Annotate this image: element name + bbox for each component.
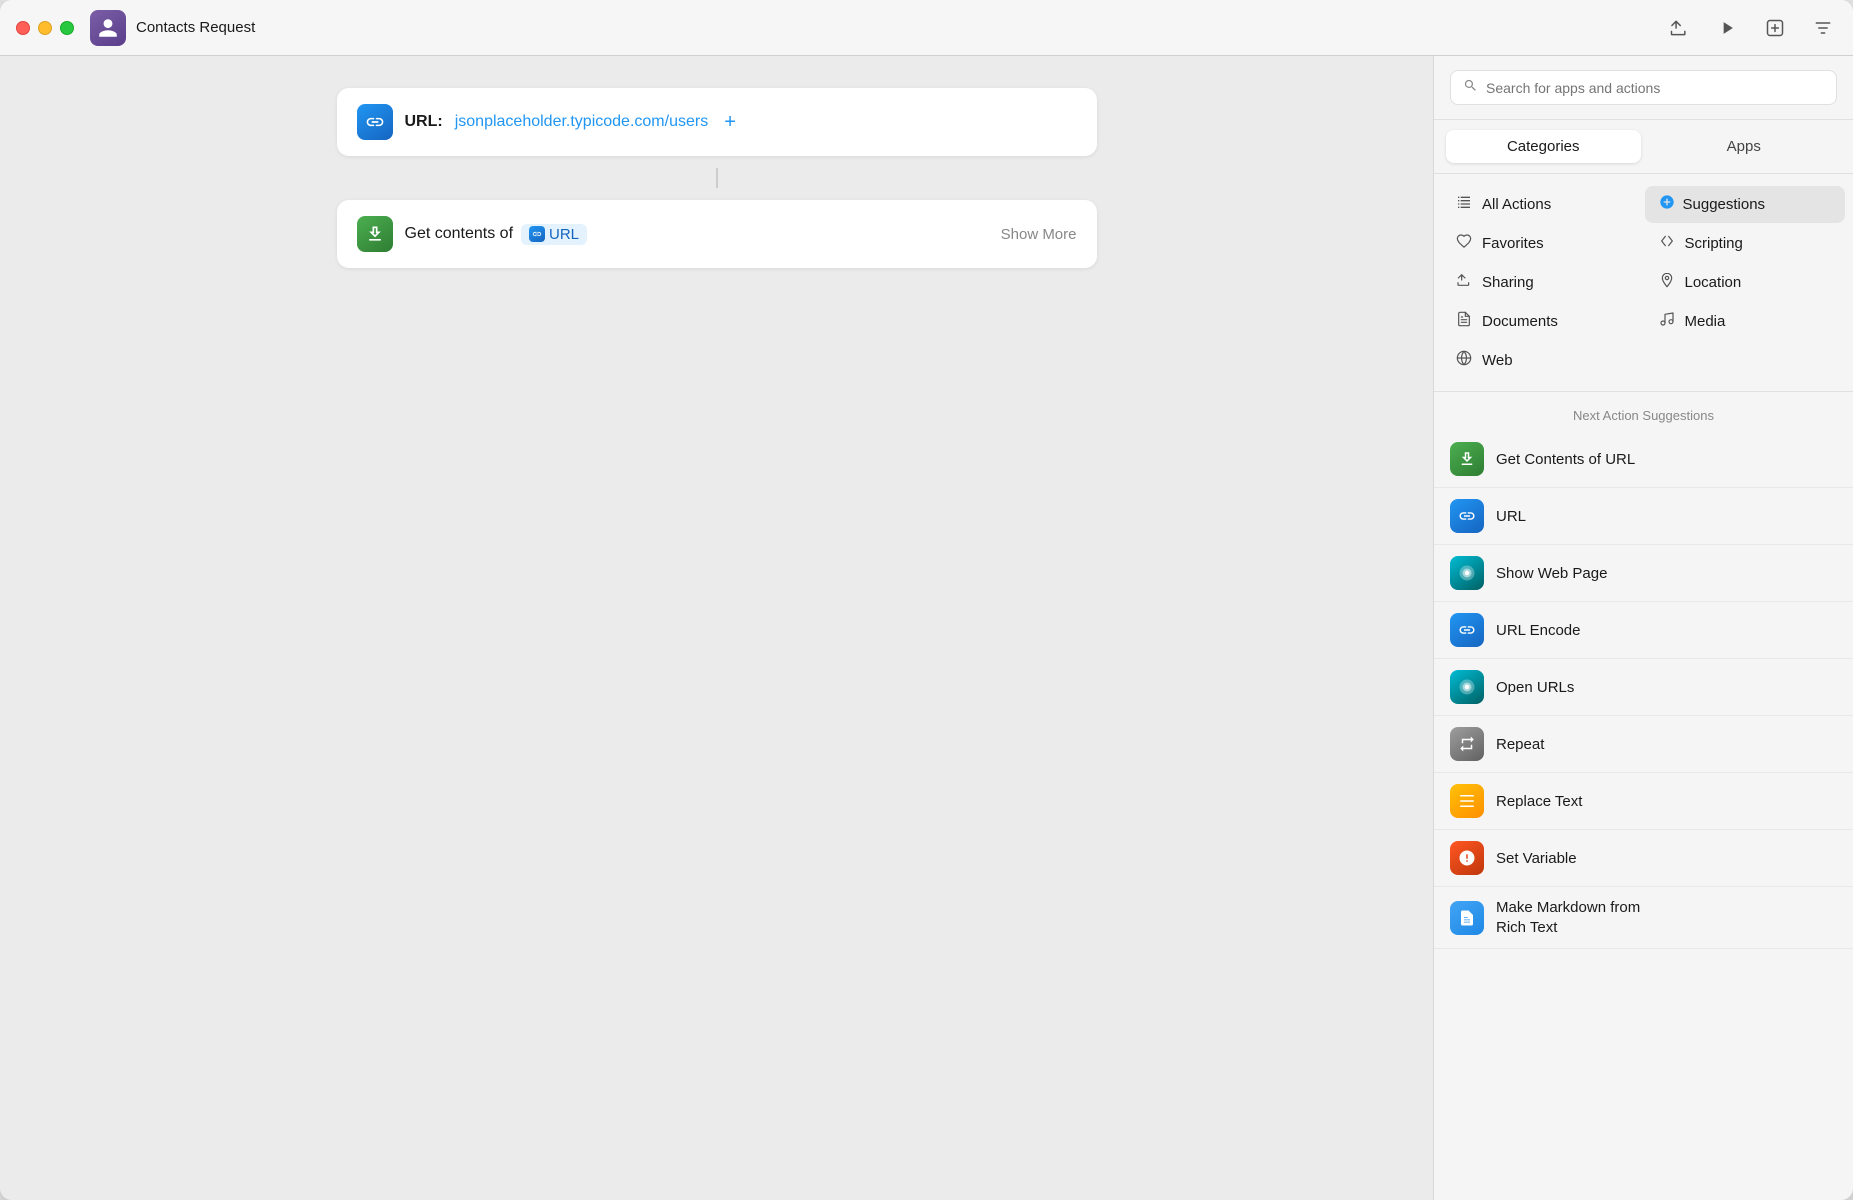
app-window: Contacts Request [0,0,1853,1200]
suggestion-set-variable[interactable]: Set Variable [1434,830,1853,887]
title-bar-actions [1665,14,1837,42]
tab-categories[interactable]: Categories [1446,130,1641,163]
suggestion-label-repeat: Repeat [1496,736,1544,753]
suggestion-get-contents-url[interactable]: Get Contents of URL [1434,431,1853,488]
web-label: Web [1482,352,1513,369]
traffic-lights [16,21,74,35]
action-text: Get contents of URL [405,224,989,245]
scripting-label: Scripting [1685,235,1743,252]
categories-section: All Actions Suggestions [1434,174,1853,392]
location-label: Location [1685,274,1742,291]
category-web[interactable]: Web [1442,342,1643,379]
suggestion-repeat[interactable]: Repeat [1434,716,1853,773]
right-panel: Categories Apps All Actions [1433,56,1853,1200]
category-location[interactable]: Location [1645,264,1846,301]
show-more-button[interactable]: Show More [1001,226,1077,243]
app-icon [90,10,126,46]
suggestion-label-show-web-page: Show Web Page [1496,565,1607,582]
favorites-icon [1454,233,1474,254]
url-icon [357,104,393,140]
search-input[interactable] [1486,80,1824,96]
category-suggestions[interactable]: Suggestions [1645,186,1846,223]
app-icon-title: Contacts Request [90,10,1665,46]
window-title: Contacts Request [136,19,255,36]
url-suggestion-icon [1450,499,1484,533]
url-chip-icon [529,226,545,242]
suggestion-label-url-encode: URL Encode [1496,622,1581,639]
minimize-button[interactable] [38,21,52,35]
documents-label: Documents [1482,313,1558,330]
suggestion-url-encode[interactable]: URL Encode [1434,602,1853,659]
repeat-icon [1450,727,1484,761]
connector-line [716,168,718,188]
category-favorites[interactable]: Favorites [1442,225,1643,262]
media-icon [1657,311,1677,332]
filter-button[interactable] [1809,14,1837,42]
set-variable-icon [1450,841,1484,875]
maximize-button[interactable] [60,21,74,35]
run-button[interactable] [1713,14,1741,42]
category-sharing[interactable]: Sharing [1442,264,1643,301]
url-add-button[interactable]: + [724,112,736,132]
url-card: URL: jsonplaceholder.typicode.com/users … [337,88,1097,156]
suggestion-replace-text[interactable]: Replace Text [1434,773,1853,830]
replace-text-icon [1450,784,1484,818]
suggestion-label-set-variable: Set Variable [1496,850,1577,867]
suggestions-header: Next Action Suggestions [1434,392,1853,431]
url-value[interactable]: jsonplaceholder.typicode.com/users [455,113,708,131]
all-actions-label: All Actions [1482,196,1551,213]
suggestion-label-get-contents: Get Contents of URL [1496,451,1635,468]
favorites-label: Favorites [1482,235,1544,252]
share-button[interactable] [1665,14,1693,42]
new-action-button[interactable] [1761,14,1789,42]
suggestion-make-markdown[interactable]: Make Markdown fromRich Text [1434,887,1853,949]
sharing-icon [1454,272,1474,293]
action-text-before: Get contents of [405,225,514,243]
suggestions-label: Suggestions [1683,196,1766,213]
suggestion-label-replace-text: Replace Text [1496,793,1582,810]
suggestion-url[interactable]: URL [1434,488,1853,545]
get-contents-card: Get contents of URL Show More [337,200,1097,268]
category-documents[interactable]: Documents [1442,303,1643,340]
web-icon [1454,350,1474,371]
suggestion-label-make-markdown: Make Markdown fromRich Text [1496,898,1640,937]
search-input-wrap [1450,70,1837,105]
url-label: URL: [405,113,443,131]
tab-apps[interactable]: Apps [1647,130,1842,163]
url-encode-icon [1450,613,1484,647]
workflow-canvas: URL: jsonplaceholder.typicode.com/users … [0,56,1433,1200]
get-contents-icon [357,216,393,252]
category-scripting[interactable]: Scripting [1645,225,1846,262]
show-web-page-icon [1450,556,1484,590]
search-icon [1463,78,1478,97]
search-bar [1434,56,1853,120]
location-icon [1657,272,1677,293]
open-urls-icon [1450,670,1484,704]
suggestions-section: Next Action Suggestions Get Contents of … [1434,392,1853,1200]
media-label: Media [1685,313,1726,330]
suggestion-label-open-urls: Open URLs [1496,679,1574,696]
suggestions-icon [1657,194,1677,215]
make-markdown-icon [1450,901,1484,935]
suggestion-label-url: URL [1496,508,1526,525]
close-button[interactable] [16,21,30,35]
get-contents-suggestion-icon [1450,442,1484,476]
documents-icon [1454,311,1474,332]
suggestion-show-web-page[interactable]: Show Web Page [1434,545,1853,602]
tab-bar: Categories Apps [1434,120,1853,174]
suggestion-open-urls[interactable]: Open URLs [1434,659,1853,716]
all-actions-icon [1454,194,1474,215]
sharing-label: Sharing [1482,274,1534,291]
scripting-icon [1657,233,1677,254]
url-chip-label: URL [549,226,579,243]
url-chip[interactable]: URL [521,224,587,245]
category-media[interactable]: Media [1645,303,1846,340]
title-bar: Contacts Request [0,0,1853,56]
main-content: URL: jsonplaceholder.typicode.com/users … [0,56,1853,1200]
category-all-actions[interactable]: All Actions [1442,186,1643,223]
